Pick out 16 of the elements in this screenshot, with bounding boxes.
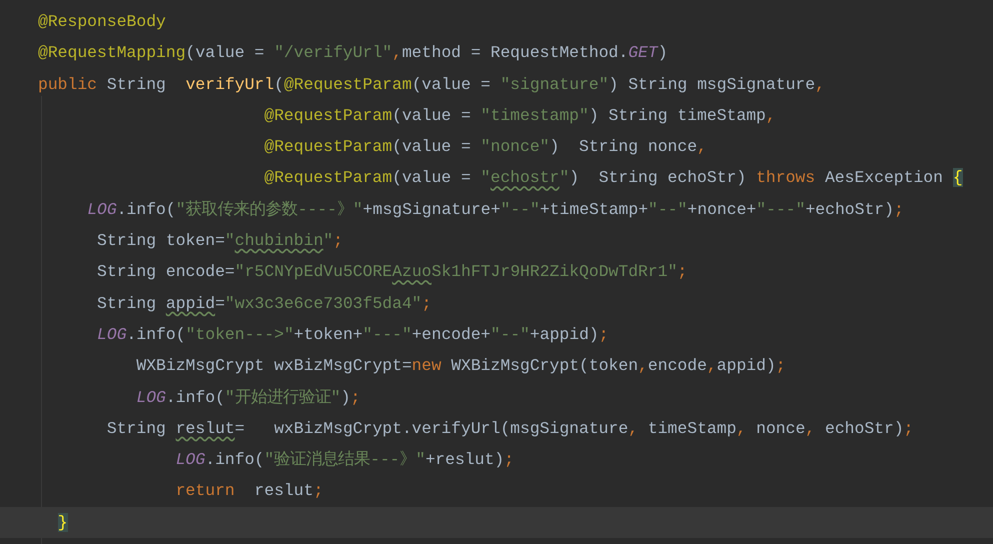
code-line: LOG.info("获取传来的参数----》"+msgSignature+"--"+timeStamp+"--"+nonce+"---"+echoStr);	[87, 200, 904, 219]
code-line: @RequestParam(value = "timestamp") String timeStamp,	[264, 106, 776, 125]
code-line: String encode="r5CNYpEdVu5COREAzuoSk1hFTJr9HR2ZikQoDwTdRr1";	[97, 262, 688, 282]
code-line: LOG.info("token--->"+token+"---"+encode+"--"+appid);	[97, 324, 609, 344]
code-line: @RequestMapping(value = "/verifyUrl",method = RequestMethod.GET)	[38, 43, 668, 62]
code-line: @RequestParam(value = "nonce") String nonce,	[264, 137, 707, 156]
code-line: return reslut;	[176, 481, 324, 500]
code-line: String token="chubinbin";	[97, 231, 343, 250]
code-line: String reslut= wxBizMsgCrypt.verifyUrl(msgSignature, timeStamp, nonce, echoStr);	[106, 418, 914, 438]
code-line: LOG.info("验证消息结果---》"+reslut);	[176, 450, 514, 470]
code-line: WXBizMsgCrypt wxBizMsgCrypt=new WXBizMsgCrypt(token,encode,appid);	[136, 356, 786, 376]
code-line: LOG.info("开始进行验证");	[136, 388, 360, 407]
code-line: @RequestParam(value = "echostr") String echoStr) throws AesException {	[264, 168, 963, 188]
code-line: public String verifyUrl(@RequestParam(value = "signature") String msgSignature,	[38, 74, 825, 94]
code-line: @ResponseBody	[38, 12, 166, 31]
code-line: String appid="wx3c3e6ce7303f5da4";	[97, 294, 432, 313]
